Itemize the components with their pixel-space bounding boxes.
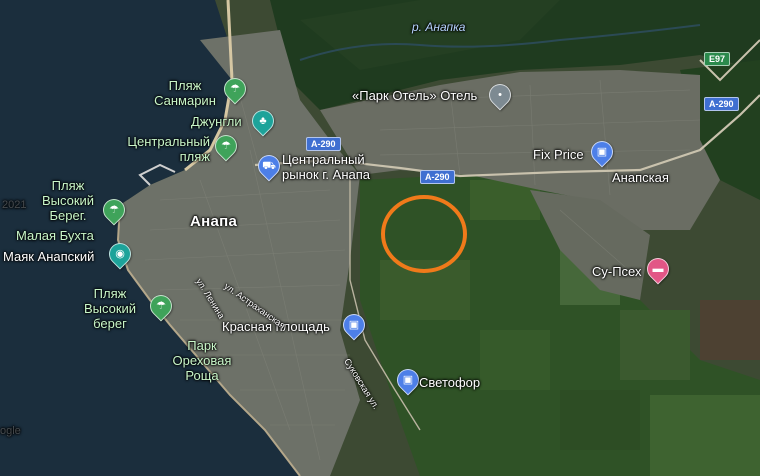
central-beach-label[interactable]: Центральный пляж xyxy=(118,134,210,164)
satellite-map[interactable]: 2021 ogle A-290 A-290 A-290 E97 р. Анапк… xyxy=(0,0,760,476)
dzhungli-label[interactable]: Джунгли xyxy=(191,114,242,129)
imagery-watermark: 2021 xyxy=(2,199,27,211)
road-shield-a290: A-290 xyxy=(306,137,341,151)
city-label: Анапа xyxy=(190,213,238,230)
beach-sanmarin-label[interactable]: Пляж Санмарин xyxy=(150,78,220,108)
malaya-bukhta-label[interactable]: Малая Бухта xyxy=(16,228,94,243)
anapskaya-label[interactable]: Анапская xyxy=(612,170,669,185)
park-orekhovaya-label[interactable]: Парк Ореховая Роща xyxy=(166,338,238,383)
su-pseh-label[interactable]: Су-Псех xyxy=(592,264,642,279)
beach-high-coast-label[interactable]: Пляж Высокий Берег. xyxy=(38,178,98,223)
park-hotel-label[interactable]: «Парк Отель» Отель xyxy=(352,88,477,103)
central-market-label[interactable]: Центральный рынок г. Анапа xyxy=(282,152,370,182)
svetofor-label[interactable]: Светофор xyxy=(419,375,480,390)
beach-high-coast-2-label[interactable]: Пляж Высокий берег xyxy=(80,286,140,331)
lighthouse-label[interactable]: Маяк Анапский xyxy=(3,249,94,264)
river-label: р. Анапка xyxy=(412,20,466,34)
road-shield-e97: E97 xyxy=(704,52,731,66)
road-shield-a290: A-290 xyxy=(420,170,455,184)
road-shield-a290: A-290 xyxy=(704,97,739,111)
google-watermark: ogle xyxy=(0,425,21,437)
fix-price-label[interactable]: Fix Price xyxy=(533,147,584,162)
